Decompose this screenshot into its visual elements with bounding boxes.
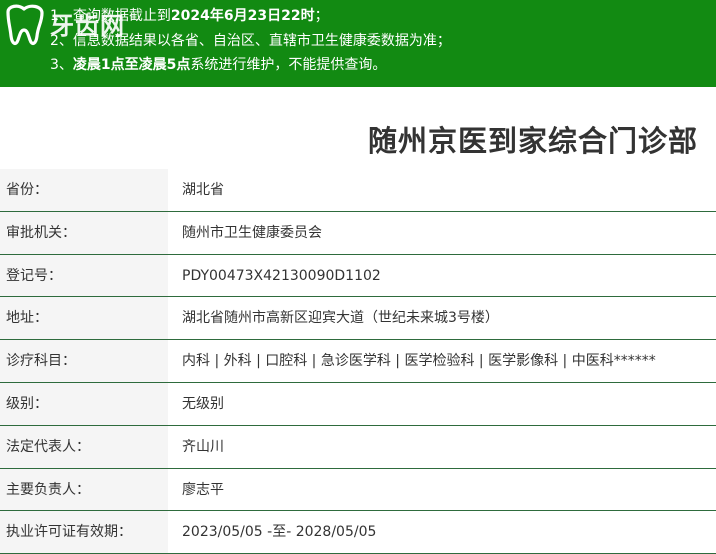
row-value: 内科 | 外科 | 口腔科 | 急诊医学科 | 医学检验科 | 医学影像科 | … [182,353,656,370]
row-label: 诊疗科目： [0,340,168,382]
clinic-info-table: 省份： 湖北省 审批机关： 随州市卫生健康委员会 登记号： PDY00473X4… [0,169,716,554]
notice-line-1: 1、查询数据截止到2024年6月23日22时； [50,7,329,25]
clinic-name: 随州京医到家综合门诊部 [367,124,698,158]
notice-2-text: 信息数据结果以各省、自治区、直辖市卫生健康委数据为准； [72,33,451,49]
info-row-departments: 诊疗科目： 内科 | 外科 | 口腔科 | 急诊医学科 | 医学检验科 | 医学… [0,340,716,383]
info-row-main-person-in-charge: 主要负责人： 廖志平 [0,468,716,512]
row-value: 齐山川 [182,438,224,455]
info-row-level: 级别： 无级别 [0,382,716,426]
notice-banner: 牙齿网 1、查询数据截止到2024年6月23日22时； 2、信息数据结果以各省、… [0,0,716,87]
row-value: 湖北省随州市高新区迎宾大道（世纪未来城3号楼） [182,310,499,327]
row-label: 审批机关： [0,211,168,254]
notice-line-3: 3、凌晨1点至凌晨5点系统进行维护，不能提供查询。 [50,56,386,74]
notice-3-prefix: 3、 [50,57,73,73]
notice-3-emphasis: 凌晨1点至凌晨5点 [72,57,191,73]
notice-1-prefix: 1、 [50,8,73,24]
notice-1-text: 查询数据截止到 [72,8,171,24]
notice-1-suffix: ； [314,8,329,24]
row-value: 2023/05/05 -至- 2028/05/05 [182,524,377,541]
row-label: 法定代表人： [0,425,168,468]
notice-1-emphasis: 2024年6月23日22时 [170,8,315,24]
row-label: 执业许可证有效期： [0,511,168,554]
notice-3-suffix: 系统进行维护，不能提供查询。 [190,57,387,73]
row-label: 地址： [0,297,168,340]
notice-line-2: 2、信息数据结果以各省、自治区、直辖市卫生健康委数据为准； [50,32,451,50]
row-value: 湖北省 [182,182,224,198]
info-row-approval-authority: 审批机关： 随州市卫生健康委员会 [0,211,716,255]
info-row-registration-number: 登记号： PDY00473X42130090D1102 [0,254,716,298]
info-row-legal-representative: 法定代表人： 齐山川 [0,425,716,469]
notice-2-prefix: 2、 [50,33,73,49]
tooth-icon [6,4,44,46]
row-value: PDY00473X42130090D1102 [182,267,381,284]
row-label: 主要负责人： [0,468,168,511]
row-label: 级别： [0,382,168,425]
info-row-license-validity: 执业许可证有效期： 2023/05/05 -至- 2028/05/05 [0,511,716,554]
row-label: 省份： [0,169,168,211]
row-label: 登记号： [0,254,168,297]
row-value: 廖志平 [182,481,224,498]
info-row-address: 地址： 湖北省随州市高新区迎宾大道（世纪未来城3号楼） [0,297,716,341]
row-value: 随州市卫生健康委员会 [182,224,322,241]
row-value: 无级别 [182,395,224,412]
info-row-province: 省份： 湖北省 [0,169,716,212]
